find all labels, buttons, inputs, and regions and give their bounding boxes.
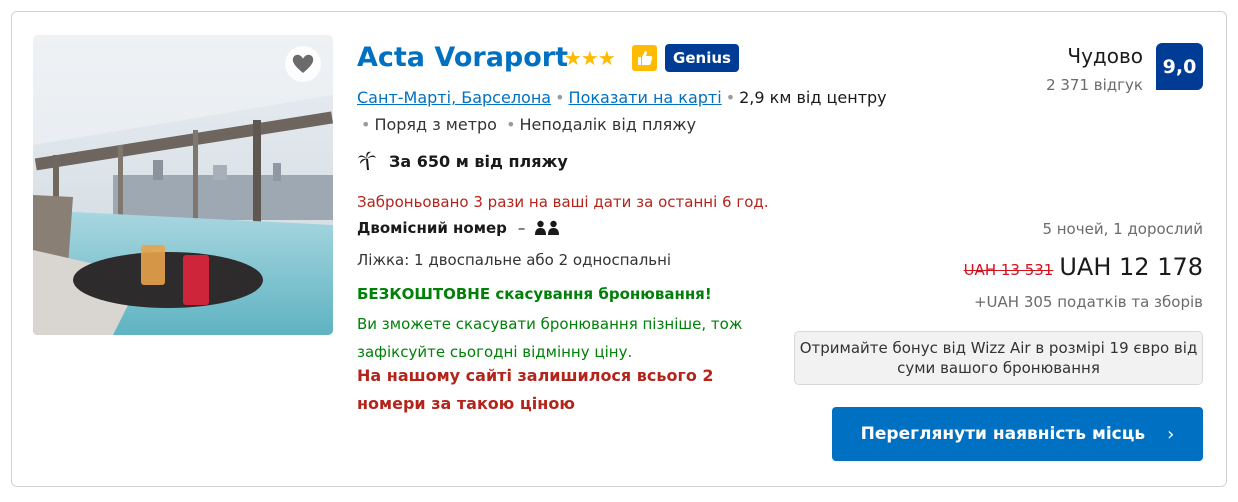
genius-badge: Genius xyxy=(665,44,739,72)
separator-dot: • xyxy=(555,88,565,107)
rooms-left-warning: На нашому сайті залишилося всього 2 номе… xyxy=(357,366,714,413)
free-cancellation: БЕЗКОШТОВНЕ скасування бронювання! xyxy=(357,285,712,303)
see-availability-button[interactable]: Переглянути наявність місць › xyxy=(832,407,1203,461)
room-type: Двомісний номер – xyxy=(357,219,560,237)
tag-metro: Поряд з метро xyxy=(374,115,497,134)
separator-dot: • xyxy=(506,115,516,134)
distance-to-center: 2,9 км від центру xyxy=(739,88,887,107)
hotel-photo[interactable] xyxy=(33,35,333,335)
beach-distance: За 650 м від пляжу xyxy=(357,151,568,171)
separator-dot: • xyxy=(725,88,736,107)
bed-configuration: Ліжка: 1 двоспальне або 2 односпальні xyxy=(357,251,672,269)
review-count[interactable]: 2 371 відгук xyxy=(1046,76,1143,94)
see-availability-label: Переглянути наявність місць xyxy=(860,424,1146,444)
show-on-map-link[interactable]: Показати на карті xyxy=(569,88,722,107)
room-separator: – xyxy=(517,219,526,237)
two-guests-icon xyxy=(535,220,560,235)
star-rating: ★★★ xyxy=(564,46,616,70)
review-label[interactable]: Чудово xyxy=(1067,44,1143,68)
wizz-air-bonus-banner: Отримайте бонус від Wizz Air в розмірі 1… xyxy=(794,331,1203,385)
chevron-right-icon: › xyxy=(1167,423,1175,445)
stay-summary: 5 ночей, 1 дорослий xyxy=(1042,220,1203,238)
current-price: UAH 12 178 xyxy=(1059,253,1203,281)
thumbs-up-icon xyxy=(632,45,657,71)
cancellation-note: Ви зможете скасувати бронювання пізніше,… xyxy=(357,315,743,361)
review-score-badge[interactable]: 9,0 xyxy=(1156,43,1203,90)
favorite-button[interactable] xyxy=(285,46,321,82)
feature-tags: • Поряд з метро • Неподалік від пляжу xyxy=(357,115,696,134)
heart-icon xyxy=(291,53,315,75)
tag-beach: Неподалік від пляжу xyxy=(519,115,697,134)
taxes-and-fees: +UAH 305 податків та зборів xyxy=(973,293,1203,311)
booking-activity-notice: Заброньовано 3 рази на ваші дати за оста… xyxy=(357,193,769,211)
hotel-name-link[interactable]: Acta Voraport xyxy=(357,42,568,73)
district-link[interactable]: Сант-Марті, Барселона xyxy=(357,88,551,107)
original-price: UAH 13 531 xyxy=(963,261,1054,279)
beach-distance-text: За 650 м від пляжу xyxy=(389,151,568,171)
price-block: UAH 13 531 UAH 12 178 xyxy=(964,253,1203,281)
rooftop-pool-image xyxy=(33,35,333,335)
room-name: Двомісний номер xyxy=(357,219,507,237)
location-line: Сант-Марті, Барселона • Показати на карті •… xyxy=(357,88,887,107)
separator-dot: • xyxy=(361,115,371,134)
palm-tree-icon xyxy=(358,151,376,170)
